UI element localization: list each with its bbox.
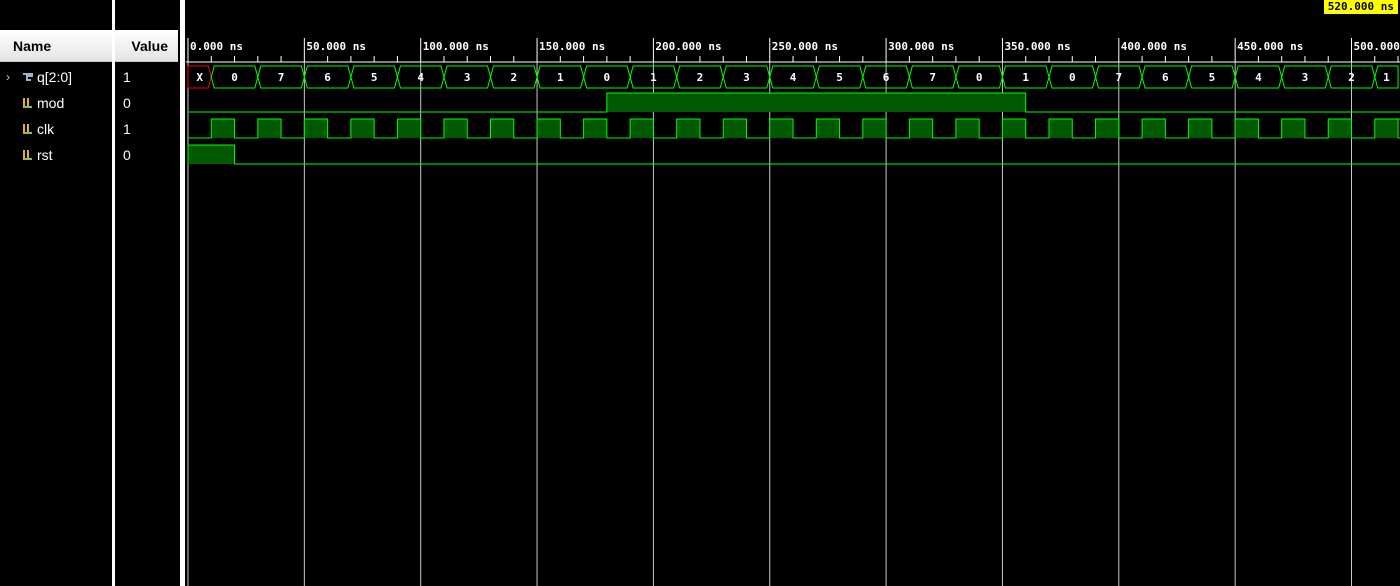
clk-high-fill [350,119,375,138]
clk-high-fill [1188,119,1212,138]
signal-row-mod[interactable]: mod [0,90,112,116]
panel-splitter[interactable] [180,0,185,586]
clk-high-fill [1281,119,1305,138]
clk-high-fill [862,119,887,138]
bus-value-label: 6 [1162,71,1169,84]
clk-high-fill [490,119,514,138]
clk-high-fill [676,119,700,138]
expand-chevron-icon[interactable]: › [6,64,10,90]
bus-value-label: 1 [1022,71,1029,84]
clk-high-fill [397,119,421,138]
bus-value-label: 0 [604,71,611,84]
clk-high-fill [211,119,235,138]
name-column-header[interactable]: Name [0,30,112,62]
mod-high-fill [606,93,1026,112]
signal-name-clk: clk [37,121,55,137]
bus-icon [23,73,33,81]
clk-high-fill [1235,119,1259,138]
signal-value-rst: 0 [123,147,131,163]
clk-high-fill [583,119,607,138]
bus-value-label: 0 [1069,71,1076,84]
bus-value-label: 7 [1115,71,1122,84]
bus-value-label: 4 [417,71,424,84]
bus-value-label: 7 [929,71,936,84]
clk-high-fill [304,119,328,138]
clk-high-fill [1142,119,1166,138]
signal-name-q: q[2:0] [37,69,73,85]
time-tick-label: 350.000 ns [1004,40,1070,53]
clk-high-fill [257,119,282,138]
time-tick-label: 400.000 ns [1121,40,1187,53]
time-tick-label: 150.000 ns [539,40,605,53]
time-tick-label: 250.000 ns [772,40,838,53]
bus-value-label: 3 [464,71,471,84]
clk-high-fill [1095,119,1119,138]
bus-value-label: 2 [697,71,704,84]
clk-high-fill [723,119,747,138]
time-tick-label: 450.000 ns [1237,40,1303,53]
bus-value-label: 5 [836,71,843,84]
clk-high-fill [1328,119,1352,138]
bus-value-label: 2 [1348,71,1355,84]
bus-value-label: 1 [1383,71,1390,84]
signal-row-clk[interactable]: clk [0,116,112,142]
bus-value-label: 2 [510,71,517,84]
clk-high-fill [909,119,933,138]
value-column-header[interactable]: Value [115,30,178,62]
clk-high-fill [630,119,654,138]
clk-high-fill [955,119,980,138]
clk-high-fill [816,119,840,138]
signal-name-rst: rst [37,147,53,163]
bus-value-label: 5 [1209,71,1216,84]
waveform-canvas[interactable]: 0.000 ns 50.000 ns 100.000 ns 150.000 ns 200… [186,0,1400,586]
bus-value-label: 1 [557,71,564,84]
signal-value-q: 1 [123,69,131,85]
time-tick-label: 500.000 ns [1354,40,1400,53]
bus-value-label: 5 [371,71,378,84]
rst-waveform [187,144,1400,165]
clk-high-fill [443,119,468,138]
bus-value-label: 3 [743,71,750,84]
bus-value-label: 6 [883,71,890,84]
time-tick-label: 50.000 ns [306,40,366,53]
bus-value-label: 0 [976,71,983,84]
bus-value-label: 7 [278,71,285,84]
bus-value-label: 3 [1302,71,1309,84]
signal-names-panel: Name › q[2:0] mod clk rst [0,0,112,586]
clk-high-fill [537,119,561,138]
clk-high-fill [1048,119,1073,138]
bus-value-label: X [196,71,203,84]
signal-row-rst[interactable]: rst [0,142,112,168]
bus-value-label: 4 [790,71,797,84]
time-tick-label: 0.000 ns [190,40,243,53]
clk-high-fill [1374,119,1399,138]
signal-row-q[interactable]: › q[2:0] [0,64,112,90]
signal-icon [23,98,32,108]
rst-high-fill [188,145,235,164]
time-tick-label: 100.000 ns [423,40,489,53]
bus-value-label: 4 [1255,71,1262,84]
clk-high-fill [769,119,794,138]
time-tick-label: 300.000 ns [888,40,954,53]
bus-value-label: 6 [324,71,331,84]
clk-high-fill [1002,119,1026,138]
time-tick-label: 200.000 ns [655,40,721,53]
signal-value-mod: 0 [123,95,131,111]
bus-value-label: 1 [650,71,657,84]
signal-name-mod: mod [37,95,65,111]
signal-icon [23,150,32,160]
signal-icon [23,124,32,134]
bus-value-label: 0 [231,71,238,84]
waveform-view[interactable]: 520.000 ns 0.000 ns 50.000 ns 100.000 ns 15… [186,0,1400,586]
signal-values-panel: Value 1 0 1 0 [115,0,178,586]
signal-value-clk: 1 [123,121,131,137]
